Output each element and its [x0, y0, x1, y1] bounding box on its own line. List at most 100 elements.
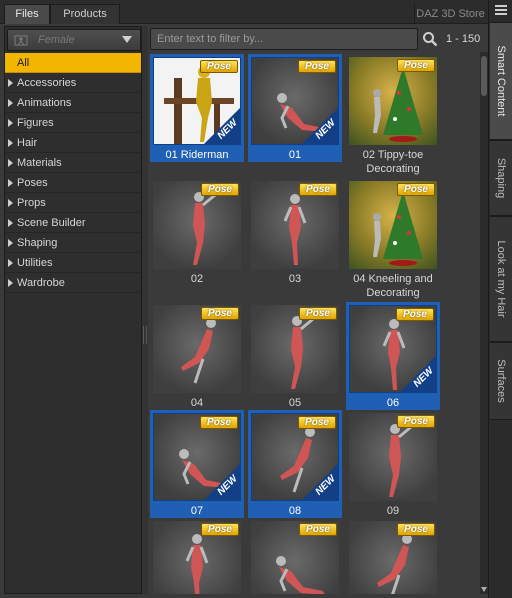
tab-surfaces[interactable]: Surfaces [490, 342, 512, 420]
expand-arrow-icon[interactable] [8, 179, 13, 187]
category-label: Poses [17, 177, 48, 189]
content-item[interactable]: Pose NEW 01 [248, 54, 342, 162]
item-label: 06 [386, 397, 400, 409]
item-thumbnail: Pose [349, 413, 437, 501]
chevron-down-icon [122, 36, 132, 43]
figure-selector-value: Female [38, 34, 75, 46]
item-thumbnail: Pose [251, 521, 339, 594]
content-item[interactable]: Pose 04 [150, 302, 244, 410]
category-poses[interactable]: Poses [5, 173, 141, 193]
category-materials[interactable]: Materials [5, 153, 141, 173]
category-label: Utilities [17, 257, 53, 269]
expand-arrow-icon[interactable] [8, 119, 13, 127]
expand-arrow-icon[interactable] [8, 259, 13, 267]
item-label: 08 [288, 505, 302, 517]
category-label: Hair [17, 137, 38, 149]
content-item[interactable]: Pose NEW 01 Riderman [150, 54, 244, 162]
grid-scrollbar[interactable] [480, 52, 488, 594]
panel-splitter[interactable] [142, 26, 148, 594]
pose-badge: Pose [298, 60, 336, 73]
category-label: Animations [17, 97, 72, 109]
expand-arrow-icon[interactable] [8, 139, 13, 147]
expand-arrow-icon[interactable] [8, 239, 13, 247]
pose-badge: Pose [201, 183, 239, 196]
item-thumbnail: Pose NEW [349, 305, 437, 393]
item-label: 04 [190, 397, 204, 409]
content-item[interactable]: Pose 02 Tippy-toe Decorating [346, 54, 440, 176]
pose-badge: Pose [397, 415, 435, 428]
filter-input[interactable] [151, 29, 417, 49]
category-animations[interactable]: Animations [5, 93, 141, 113]
pose-badge: Pose [299, 523, 337, 536]
category-label: Shaping [17, 237, 58, 249]
category-figures[interactable]: Figures [5, 113, 141, 133]
category-all[interactable]: All [5, 53, 141, 73]
tab-look-at-my-hair[interactable]: Look at my Hair [490, 216, 512, 342]
item-thumbnail: Pose NEW [251, 57, 339, 145]
pose-badge: Pose [201, 523, 239, 536]
category-label: Props [17, 197, 46, 209]
item-label: 02 Tippy-toe Decorating [362, 149, 424, 175]
content-item[interactable]: Pose 09 [346, 410, 440, 518]
pose-badge: Pose [201, 307, 239, 320]
content-item[interactable]: Pose [150, 518, 244, 594]
scrollbar-thumb[interactable] [481, 56, 487, 96]
item-label: 04 Kneeling and Decorating [353, 273, 433, 299]
tab-label: Shaping [495, 157, 507, 199]
item-thumbnail: Pose [153, 305, 241, 393]
category-label: Wardrobe [17, 277, 65, 289]
pose-badge: Pose [200, 60, 238, 73]
menu-icon[interactable] [489, 0, 512, 22]
pose-badge: Pose [298, 416, 336, 429]
expand-arrow-icon[interactable] [8, 159, 13, 167]
tab-products[interactable]: Products [50, 4, 120, 24]
category-label: Materials [17, 157, 62, 169]
content-item[interactable]: Pose NEW 07 [150, 410, 244, 518]
content-item[interactable]: Pose 02 [150, 178, 244, 286]
category-label: Figures [17, 117, 54, 129]
expand-arrow-icon[interactable] [8, 99, 13, 107]
scroll-down-icon[interactable] [481, 587, 487, 592]
expand-arrow-icon[interactable] [8, 79, 13, 87]
content-item[interactable]: Pose NEW 06 [346, 302, 440, 410]
pose-badge: Pose [200, 416, 238, 429]
category-shaping[interactable]: Shaping [5, 233, 141, 253]
content-item[interactable]: Pose [248, 518, 342, 594]
item-label: 03 [288, 273, 302, 285]
figure-selector[interactable]: Female [7, 29, 141, 51]
expand-arrow-icon[interactable] [8, 279, 13, 287]
content-item[interactable]: Pose 03 [248, 178, 342, 286]
category-panel: Female All Accessories Animations Figures H… [4, 26, 142, 594]
category-scene-builder[interactable]: Scene Builder [5, 213, 141, 233]
category-label: Scene Builder [17, 217, 86, 229]
category-utilities[interactable]: Utilities [5, 253, 141, 273]
filter-field[interactable] [150, 28, 418, 50]
item-thumbnail: Pose [349, 521, 437, 594]
tab-label: Surfaces [495, 359, 507, 403]
category-accessories[interactable]: Accessories [5, 73, 141, 93]
expand-arrow-icon[interactable] [8, 219, 13, 227]
tab-shaping[interactable]: Shaping [490, 140, 512, 216]
item-label: 01 [288, 149, 302, 161]
result-range: 1 - 150 [446, 33, 481, 45]
category-list: All Accessories Animations Figures Hair Mate… [5, 53, 141, 293]
content-item[interactable]: Pose [346, 518, 440, 594]
tab-files[interactable]: Files [4, 4, 50, 24]
content-item[interactable]: Pose 04 Kneeling and Decorating [346, 178, 440, 300]
category-props[interactable]: Props [5, 193, 141, 213]
content-item[interactable]: Pose NEW 08 [248, 410, 342, 518]
content-item[interactable]: Pose 05 [248, 302, 342, 410]
search-icon[interactable] [422, 31, 438, 47]
expand-arrow-icon[interactable] [8, 199, 13, 207]
pose-badge: Pose [397, 523, 435, 536]
category-hair[interactable]: Hair [5, 133, 141, 153]
pose-badge: Pose [299, 307, 337, 320]
daz-store-tab[interactable]: DAZ 3D Store [414, 4, 486, 24]
item-thumbnail: Pose [349, 57, 437, 145]
item-label: 05 [288, 397, 302, 409]
pose-badge: Pose [396, 308, 434, 321]
tab-smart-content[interactable]: Smart Content [490, 22, 512, 140]
side-tab-strip: Smart Content Shaping Look at my Hair Su… [488, 0, 512, 598]
category-wardrobe[interactable]: Wardrobe [5, 273, 141, 293]
category-label: Accessories [17, 77, 77, 89]
